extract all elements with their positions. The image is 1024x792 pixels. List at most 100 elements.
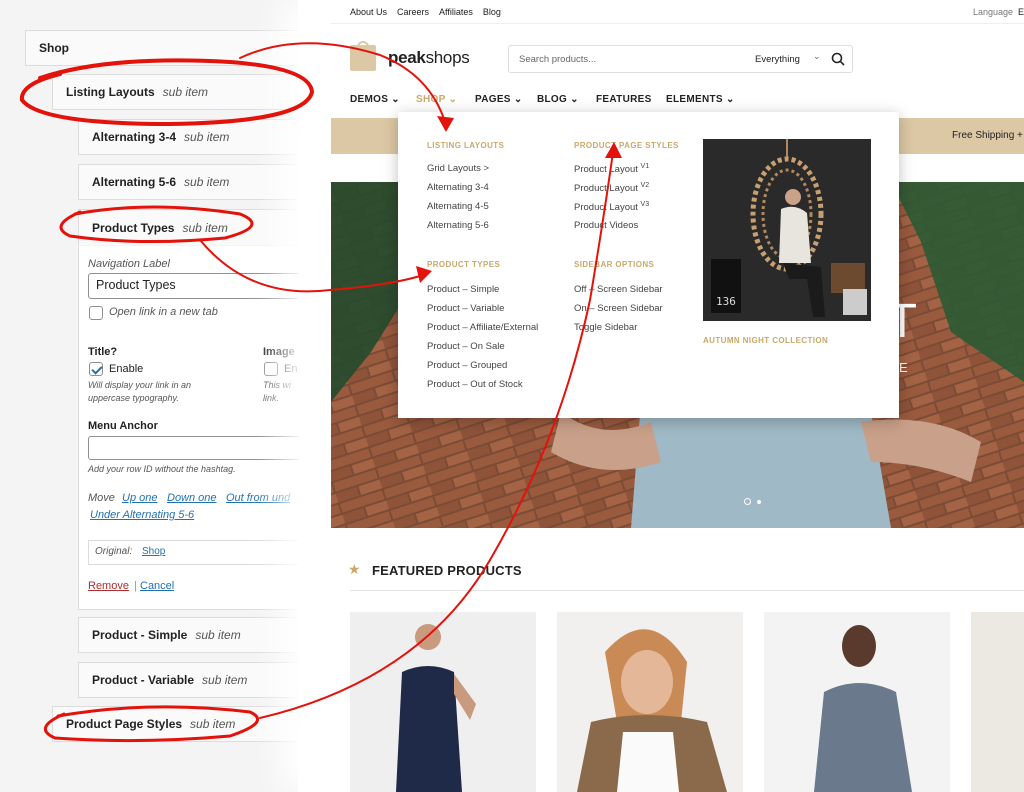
logo-text-bold: peak <box>388 48 426 67</box>
title-heading: Title? <box>88 346 118 358</box>
move-down-link[interactable]: Down one <box>167 492 217 504</box>
image-enable-checkbox[interactable] <box>264 362 278 376</box>
mega-item-off-screen-sidebar[interactable]: Off – Screen Sidebar <box>574 284 663 295</box>
mega-item-alternating-4-5[interactable]: Alternating 4-5 <box>427 201 489 212</box>
image-description: This wi link. <box>263 380 292 403</box>
move-label: Move <box>88 492 115 504</box>
menu-item-product-page-styles[interactable]: Product Page Styles sub item <box>52 706 330 742</box>
top-link-careers[interactable]: Careers <box>397 7 429 17</box>
mega-heading-product-page-styles: PRODUCT PAGE STYLES <box>574 141 679 150</box>
mega-item-label: Product Layout <box>574 164 638 176</box>
promo-number: 136 <box>716 295 736 308</box>
mega-item-product-simple[interactable]: Product – Simple <box>427 284 499 295</box>
shop-mega-menu: LISTING LAYOUTS Grid Layouts > Alternati… <box>398 112 899 418</box>
top-link-affiliates[interactable]: Affiliates <box>439 7 473 17</box>
menu-item-product-variable[interactable]: Product - Variable sub item <box>78 662 330 698</box>
nav-shop[interactable]: SHOP ⌄ <box>416 94 457 105</box>
nav-label: FEATURES <box>596 94 652 105</box>
product-card[interactable] <box>557 612 743 792</box>
promo-caption[interactable]: AUTUMN NIGHT COLLECTION <box>703 336 828 345</box>
search-input[interactable]: Search products... <box>519 54 596 65</box>
mega-item-product-layout-v3[interactable]: Product Layout V3 <box>574 201 649 213</box>
mega-item-product-layout-v1[interactable]: Product Layout V1 <box>574 163 649 175</box>
logo-bag-icon <box>350 41 376 71</box>
mega-item-product-out-of-stock[interactable]: Product – Out of Stock <box>427 379 523 390</box>
logo-text-light: shops <box>425 48 470 67</box>
navigation-label-title: Navigation Label <box>88 258 170 270</box>
menu-item-type: sub item <box>162 85 209 99</box>
top-link-about[interactable]: About Us <box>350 7 387 17</box>
search-scope-select[interactable]: Everything <box>755 54 800 65</box>
search-icon[interactable] <box>831 52 845 66</box>
menu-item-label: Product Page Styles <box>66 717 183 731</box>
move-up-link[interactable]: Up one <box>122 492 157 504</box>
mega-item-product-videos[interactable]: Product Videos <box>574 220 638 231</box>
cancel-link[interactable]: Cancel <box>140 580 174 592</box>
menu-item-alternating-5-6[interactable]: Alternating 5-6 sub item <box>78 164 330 200</box>
product-card[interactable] <box>971 612 1024 792</box>
mega-item-product-on-sale[interactable]: Product – On Sale <box>427 341 505 352</box>
menu-item-shop[interactable]: Shop <box>25 30 330 66</box>
mega-item-product-layout-v2[interactable]: Product Layout V2 <box>574 182 649 194</box>
top-links: About Us Careers Affiliates Blog <box>350 7 501 17</box>
title-enable-checkbox[interactable] <box>89 362 103 376</box>
language-selector[interactable]: Language <box>973 7 1013 17</box>
action-separator: | <box>134 580 137 592</box>
menu-item-product-simple[interactable]: Product - Simple sub item <box>78 617 330 653</box>
slider-dot[interactable] <box>757 500 761 504</box>
menu-item-product-types[interactable]: Product Types sub item <box>78 209 330 245</box>
original-box: Original: Shop <box>88 540 329 565</box>
image-heading: Image <box>263 346 295 358</box>
new-tab-checkbox[interactable] <box>89 306 103 320</box>
menu-item-label: Product - Simple <box>92 628 188 642</box>
menu-item-label: Shop <box>39 41 69 55</box>
menu-item-alternating-3-4[interactable]: Alternating 3-4 sub item <box>78 119 330 155</box>
mega-item-product-grouped[interactable]: Product – Grouped <box>427 360 507 371</box>
mega-item-alternating-3-4[interactable]: Alternating 3-4 <box>427 182 489 193</box>
mega-item-product-affiliate[interactable]: Product – Affiliate/External <box>427 322 538 333</box>
nav-blog[interactable]: BLOG ⌄ <box>537 94 579 105</box>
nav-label: ELEMENTS <box>666 94 723 105</box>
mega-item-label: Product Layout <box>574 202 638 214</box>
product-card[interactable] <box>350 612 536 792</box>
slider-dot-active[interactable] <box>744 498 751 505</box>
nav-label: PAGES <box>475 94 511 105</box>
menu-anchor-description: Add your row ID without the hashtag. <box>88 464 236 474</box>
mega-item-alternating-5-6[interactable]: Alternating 5-6 <box>427 220 489 231</box>
top-link-blog[interactable]: Blog <box>483 7 501 17</box>
remove-link[interactable]: Remove <box>88 580 129 592</box>
nav-pages[interactable]: PAGES ⌄ <box>475 94 523 105</box>
product-card[interactable] <box>764 612 950 792</box>
nav-features[interactable]: FEATURES <box>596 94 652 105</box>
menu-anchor-heading: Menu Anchor <box>88 420 158 432</box>
move-out-link[interactable]: Out from und <box>226 492 290 504</box>
promo-image[interactable]: 136 <box>703 139 871 321</box>
star-icon: ★ <box>348 561 361 577</box>
featured-title: FEATURED PRODUCTS <box>372 563 522 578</box>
product-image <box>764 612 950 792</box>
product-image <box>350 612 536 792</box>
search-bar: Search products... Everything ⌄ <box>508 45 853 73</box>
menu-item-label: Product Types <box>92 220 175 235</box>
logo-text[interactable]: peakshops <box>388 48 470 68</box>
mega-item-grid-layouts[interactable]: Grid Layouts > <box>427 163 489 174</box>
menu-item-label: Product - Variable <box>92 673 195 687</box>
menu-item-listing-layouts[interactable]: Listing Layouts sub item <box>52 74 330 110</box>
move-under-link[interactable]: Under Alternating 5-6 <box>90 509 194 521</box>
mega-item-toggle-sidebar[interactable]: Toggle Sidebar <box>574 322 637 333</box>
menu-item-label: Listing Layouts <box>66 85 155 99</box>
top-divider <box>331 23 1024 24</box>
mega-heading-sidebar-options: SIDEBAR OPTIONS <box>574 260 655 269</box>
mega-item-on-screen-sidebar[interactable]: On – Screen Sidebar <box>574 303 663 314</box>
nav-demos[interactable]: DEMOS ⌄ <box>350 94 400 105</box>
mega-heading-listing-layouts: LISTING LAYOUTS <box>427 141 505 150</box>
title-enable-label: Enable <box>109 363 144 375</box>
nav-elements[interactable]: ELEMENTS ⌄ <box>666 94 735 105</box>
navigation-label-input[interactable]: Product Types <box>88 273 328 299</box>
language-flag[interactable]: E <box>1018 7 1024 17</box>
shipping-banner-text: Free Shipping + <box>952 130 1023 141</box>
hero-subtitle: E <box>899 360 908 375</box>
menu-anchor-input[interactable] <box>88 436 328 460</box>
original-link[interactable]: Shop <box>142 546 165 557</box>
mega-item-product-variable[interactable]: Product – Variable <box>427 303 504 314</box>
